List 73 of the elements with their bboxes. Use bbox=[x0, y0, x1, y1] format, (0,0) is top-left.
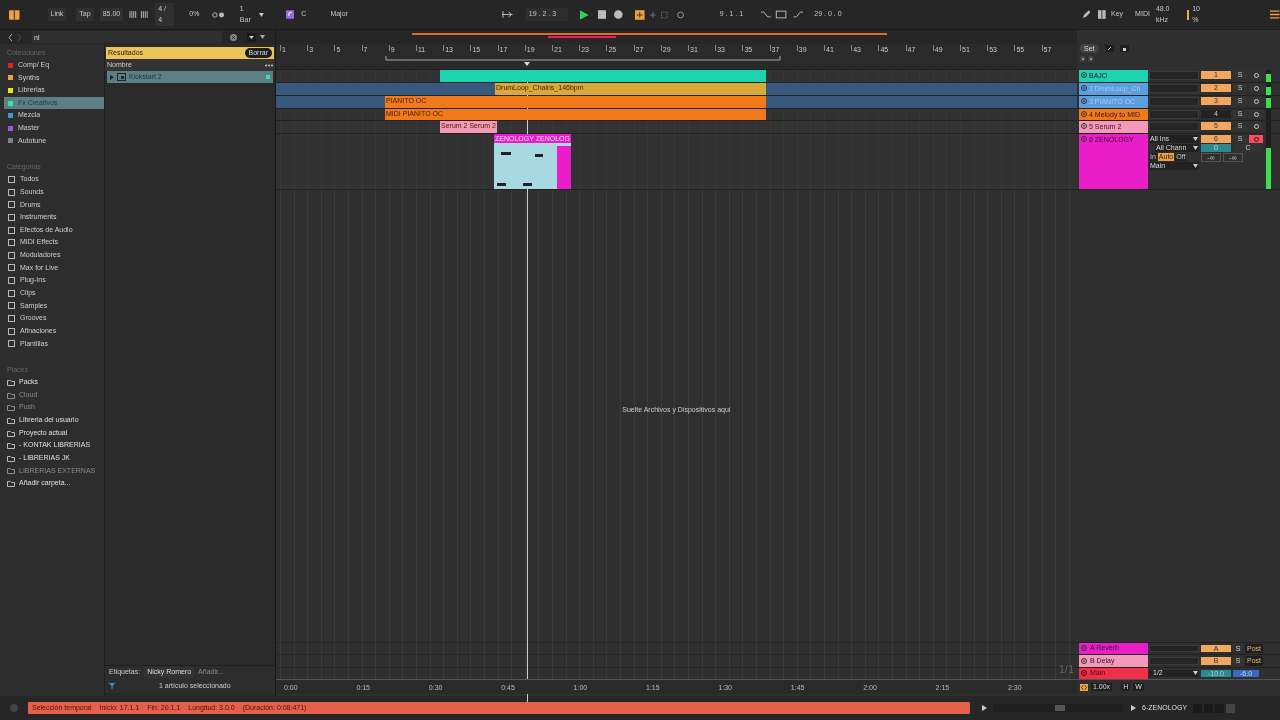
brackets-icon bbox=[1080, 683, 1088, 691]
expand-icon bbox=[1104, 45, 1114, 52]
play-circle-icon bbox=[1081, 645, 1087, 652]
back-icon bbox=[8, 33, 13, 41]
arm-button[interactable] bbox=[1249, 110, 1263, 118]
record-icon[interactable] bbox=[614, 10, 623, 19]
play-circle-icon bbox=[1081, 136, 1087, 142]
playhead-marker-icon bbox=[524, 62, 530, 66]
forward-icon bbox=[17, 33, 22, 41]
play-circle-icon bbox=[1081, 123, 1087, 129]
small-square-icon bbox=[8, 289, 15, 297]
record-circle-icon bbox=[1253, 123, 1259, 129]
clip[interactable] bbox=[440, 70, 766, 82]
play-circle-icon bbox=[1081, 85, 1087, 91]
track-lane[interactable] bbox=[276, 70, 1077, 83]
expand-triangle-icon bbox=[110, 74, 114, 80]
arm-button[interactable] bbox=[1249, 71, 1263, 79]
play-circle-icon bbox=[1081, 72, 1087, 78]
add-icon bbox=[634, 9, 645, 20]
clear-icon bbox=[230, 33, 237, 41]
play-circle-icon bbox=[1081, 111, 1087, 117]
nav-arrows-icon bbox=[1080, 56, 1094, 62]
follow-arrows-icon bbox=[502, 11, 514, 18]
key-scale-icon bbox=[285, 10, 295, 19]
send-slot bbox=[1149, 644, 1199, 652]
filter-icon bbox=[109, 683, 115, 689]
record-circle-icon bbox=[1253, 98, 1259, 104]
key-map-icon bbox=[1098, 10, 1107, 19]
arm-button[interactable] bbox=[1249, 84, 1263, 92]
small-square-icon bbox=[8, 239, 15, 247]
play-icon[interactable] bbox=[580, 9, 589, 20]
small-square-icon bbox=[8, 213, 15, 221]
small-square-icon bbox=[8, 201, 15, 209]
play-circle-icon bbox=[1081, 670, 1087, 677]
arm-button[interactable] bbox=[1249, 97, 1263, 105]
panel-layout-icon bbox=[9, 9, 20, 20]
play-icon bbox=[1131, 705, 1136, 711]
more-icon bbox=[265, 62, 273, 68]
small-square-icon bbox=[8, 277, 15, 285]
loop-switch-icon bbox=[761, 10, 804, 19]
play-circle-icon bbox=[1081, 98, 1087, 104]
metronome-icon bbox=[212, 11, 225, 18]
nudge-icon bbox=[129, 11, 150, 18]
dropdown-icon bbox=[260, 35, 265, 39]
info-icon bbox=[10, 704, 18, 712]
small-square-icon bbox=[8, 188, 15, 196]
play-icon bbox=[982, 705, 987, 711]
small-square-icon bbox=[8, 315, 15, 322]
dropdown-caret-icon bbox=[258, 12, 264, 17]
arm-button[interactable] bbox=[1249, 122, 1263, 130]
device-thumbnails-drawing bbox=[1193, 703, 1238, 713]
send-slot bbox=[1149, 657, 1199, 665]
send-slot bbox=[1149, 71, 1199, 80]
record-circle-icon bbox=[1253, 111, 1259, 117]
record-circle-icon bbox=[1253, 85, 1259, 91]
small-square-icon bbox=[8, 175, 15, 183]
record-circle-icon bbox=[1253, 136, 1259, 142]
small-square-icon bbox=[8, 340, 15, 348]
stop-icon[interactable] bbox=[597, 10, 607, 19]
play-circle-icon bbox=[1081, 657, 1087, 664]
pencil-icon bbox=[1081, 10, 1091, 19]
small-square-icon bbox=[8, 327, 15, 335]
dropdown-caret-icon bbox=[1193, 164, 1198, 168]
dropdown-caret-icon bbox=[1193, 671, 1198, 676]
small-square-icon bbox=[8, 302, 15, 310]
menu-icon bbox=[1270, 10, 1280, 19]
loop-tools-icon bbox=[648, 10, 687, 19]
small-square-icon bbox=[8, 264, 15, 272]
lock-icon bbox=[1119, 45, 1129, 52]
record-circle-icon bbox=[1253, 72, 1259, 78]
plugin-icon bbox=[117, 73, 126, 81]
small-square-icon bbox=[8, 226, 15, 234]
small-square-icon bbox=[8, 251, 15, 259]
